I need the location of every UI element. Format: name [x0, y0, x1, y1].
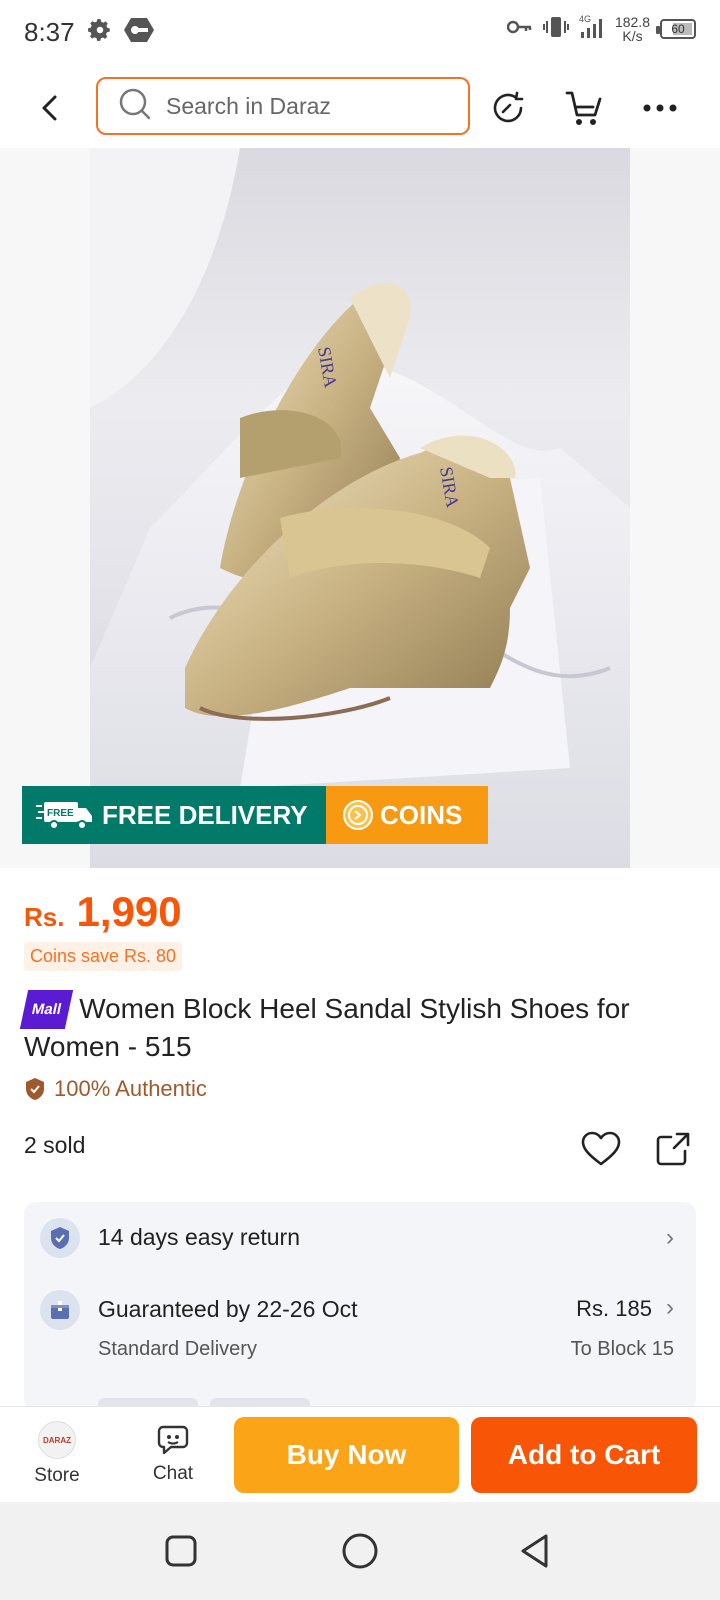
authentic-text: 100% Authentic — [54, 1076, 207, 1101]
delivery-box-icon — [40, 1290, 80, 1330]
share-icon — [656, 1132, 690, 1166]
chat-label: Chat — [152, 1463, 194, 1484]
vibrate-icon — [542, 15, 569, 42]
search-bar[interactable] — [96, 77, 470, 135]
price-currency: Rs. — [24, 902, 65, 932]
product-title: Mall Women Block Heel Sandal Stylish Shoe… — [19, 990, 696, 1064]
store-button[interactable]: DARAZ Store — [22, 1421, 92, 1491]
scan-refresh-button[interactable] — [484, 84, 532, 132]
circle-icon — [342, 1533, 378, 1569]
search-icon — [118, 87, 152, 126]
network-speed: 182.8 K/s — [615, 15, 650, 43]
battery-icon: 60 — [656, 18, 696, 39]
svg-text:4G: 4G — [579, 14, 591, 24]
app-header — [0, 68, 720, 148]
add-to-cart-button[interactable]: Add to Cart — [471, 1417, 697, 1493]
sold-count: 2 sold — [24, 1132, 86, 1158]
promo-banner: FREE FREE DELIVERY COINS — [22, 786, 488, 844]
product-photo: SIRA SIRA — [90, 148, 630, 868]
price-value: 1,990 — [76, 888, 182, 935]
bottom-action-bar: DARAZ Store Chat Buy Now Add to Cart — [0, 1406, 720, 1502]
coins-badge: COINS — [326, 786, 488, 844]
delivery-guarantee-text: Guaranteed by 22-26 Oct — [98, 1296, 358, 1322]
chat-button[interactable]: Chat — [138, 1421, 208, 1491]
vpn-key-icon — [123, 16, 155, 49]
battery-level: 60 — [671, 21, 685, 36]
authentic-badge: 100% Authentic — [24, 1076, 207, 1102]
back-nav-button[interactable] — [512, 1528, 558, 1574]
chat-icon — [157, 1425, 189, 1455]
product-image-gallery[interactable]: SIRA SIRA FREE FREE DELIVERY COINS — [0, 148, 720, 868]
recent-apps-button[interactable] — [158, 1528, 204, 1574]
share-button[interactable] — [650, 1126, 696, 1172]
more-dots-icon — [643, 104, 677, 112]
back-button[interactable] — [30, 88, 70, 128]
triangle-back-icon — [521, 1534, 548, 1568]
mall-badge: Mall — [19, 990, 74, 1029]
cart-icon — [565, 91, 602, 125]
square-icon — [165, 1535, 197, 1567]
delivery-truck-icon: FREE — [36, 802, 92, 830]
wishlist-button[interactable] — [578, 1126, 624, 1172]
delivery-info-card: 14 days easy return › Guaranteed by 22-2… — [24, 1202, 696, 1410]
key-icon — [506, 19, 533, 38]
speed-unit: K/s — [622, 27, 643, 44]
return-shield-icon — [40, 1218, 80, 1258]
return-policy-text: 14 days easy return — [98, 1224, 301, 1250]
delivery-fee: Rs. 185 — [576, 1296, 652, 1321]
chevron-left-icon — [42, 95, 57, 121]
store-label: Store — [34, 1465, 80, 1486]
free-delivery-badge: FREE FREE DELIVERY — [22, 786, 326, 844]
coins-save-tag: Coins save Rs. 80 — [24, 942, 183, 971]
coin-icon — [343, 800, 373, 830]
settings-gear-icon — [87, 17, 113, 48]
speed-value: 182.8 — [614, 13, 650, 30]
signal-icon: 4G — [579, 14, 605, 43]
status-bar: 8:37 4G 182.8 K/s 60 — [0, 0, 720, 64]
price: Rs. 1,990 — [24, 888, 182, 936]
return-policy-row[interactable]: 14 days easy return › — [24, 1202, 696, 1274]
free-tag-text: FREE — [47, 808, 74, 819]
chevron-right-icon: › — [666, 1224, 674, 1251]
store-logo: DARAZ — [38, 1421, 76, 1459]
coins-text: COINS — [380, 799, 463, 830]
search-input[interactable] — [166, 92, 446, 120]
chevron-right-icon: › — [666, 1294, 674, 1321]
delivery-destination: To Block 15 — [570, 1338, 674, 1360]
more-options-button[interactable] — [636, 84, 684, 132]
system-nav-bar — [0, 1502, 720, 1600]
refresh-icon — [493, 91, 524, 123]
heart-icon — [581, 1131, 621, 1166]
status-time: 8:37 — [24, 16, 75, 47]
product-title-text: Women Block Heel Sandal Stylish Shoes fo… — [24, 993, 630, 1062]
buy-now-button[interactable]: Buy Now — [234, 1417, 459, 1493]
delivery-row[interactable]: Guaranteed by 22-26 Oct Standard Deliver… — [24, 1274, 696, 1374]
shield-check-icon — [26, 1078, 44, 1100]
home-button[interactable] — [337, 1528, 383, 1574]
cart-button[interactable] — [560, 84, 608, 132]
delivery-type-text: Standard Delivery — [98, 1338, 257, 1360]
free-delivery-text: FREE DELIVERY — [102, 799, 308, 830]
